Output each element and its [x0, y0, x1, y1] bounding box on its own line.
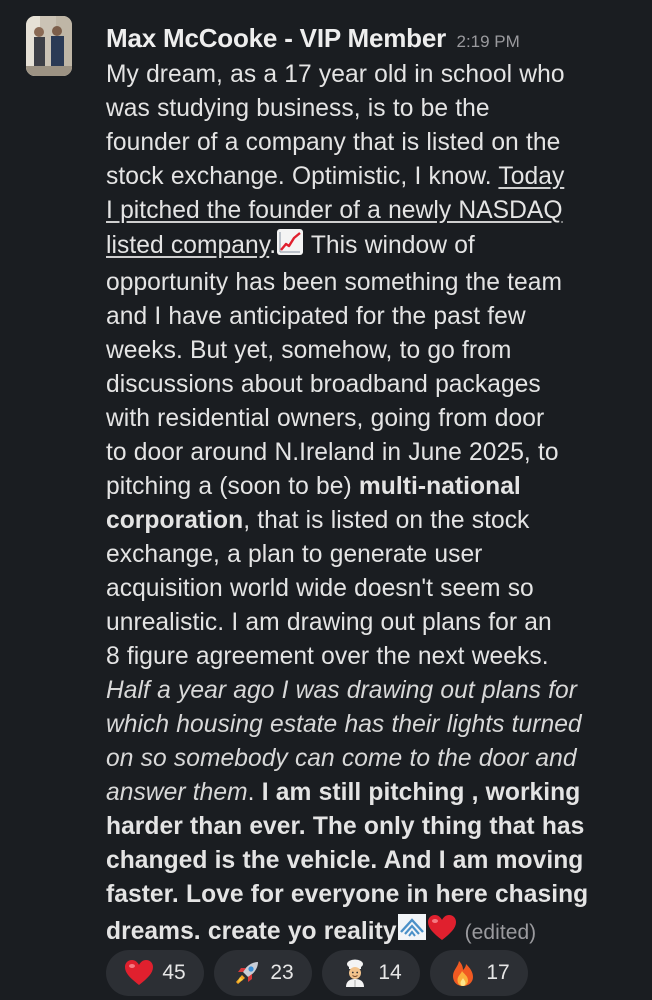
reaction-count: 45: [162, 961, 186, 984]
message-line: and I have anticipated for the past few: [106, 303, 526, 330]
chart-increasing-icon: [276, 228, 304, 266]
message-line: listed company. This window of: [106, 228, 636, 266]
message-text: .: [269, 232, 277, 259]
message-line: My dream, as a 17 year old in school who: [106, 61, 565, 88]
avatar-photo: [26, 16, 72, 76]
message-timestamp[interactable]: 2:19 PM: [457, 32, 520, 51]
bold-text: corporation: [106, 507, 244, 534]
message-text: , that is listed on the stock: [243, 507, 530, 534]
message-line: I pitched the founder of a newly NASDAQ: [106, 194, 636, 228]
author-name[interactable]: Max McCooke - VIP Member: [106, 23, 446, 53]
italic-line: Half a year ago I was drawing out plans …: [106, 677, 578, 704]
reaction-fire[interactable]: 17: [430, 950, 528, 996]
fire-icon: [448, 958, 478, 988]
italic-line: on so somebody can come to the door and: [106, 745, 577, 772]
bold-line: faster. Love for everyone in here chasin…: [106, 881, 589, 908]
bold-text: multi-national: [358, 473, 521, 500]
message-content: Max McCooke - VIP Member 2:19 PM My drea…: [106, 18, 636, 952]
message-line: unrealistic. I am drawing out plans for …: [106, 609, 552, 636]
message-line: opportunity has been something the team: [106, 269, 562, 296]
message-line: dreams. create yo reality (edited): [106, 912, 636, 952]
bold-line: harder than ever. The only thing that ha…: [106, 813, 585, 840]
message-line: with residential owners, going from door: [106, 405, 545, 432]
italic-text: answer them: [106, 779, 248, 806]
rocket-icon: [232, 958, 262, 988]
message-text: pitching a (soon to be): [106, 473, 359, 500]
message-line: 8 figure agreement over the next weeks.: [106, 643, 549, 670]
reaction-red-heart[interactable]: 45: [106, 950, 204, 996]
message-line: acquisition world wide doesn't seem so: [106, 575, 534, 602]
message-line: stock exchange. Optimistic, I know. Toda…: [106, 160, 636, 194]
message-line: was studying business, is to be the: [106, 95, 490, 122]
message-link[interactable]: I pitched the founder of a newly NASDAQ: [106, 197, 563, 224]
message-text: stock exchange. Optimistic, I know.: [106, 163, 499, 190]
message-line: weeks. But yet, somehow, to go from: [106, 337, 512, 364]
message-link[interactable]: listed company: [106, 232, 269, 259]
message-text: This window of: [304, 232, 475, 259]
author-avatar[interactable]: [26, 16, 72, 76]
message-line: corporation, that is listed on the stock: [106, 504, 636, 538]
reaction-count: 23: [270, 961, 294, 984]
message-header: Max McCooke - VIP Member 2:19 PM: [106, 18, 636, 58]
reaction-count: 14: [378, 961, 402, 984]
italic-line: which housing estate has their lights tu…: [106, 711, 582, 738]
message-link[interactable]: Today: [498, 163, 564, 190]
red-heart-icon: [124, 958, 154, 988]
message-text: .: [247, 779, 262, 806]
message-line: answer them. I am still pitching , worki…: [106, 776, 636, 810]
reaction-count: 17: [486, 961, 510, 984]
reaction-rocket[interactable]: 23: [214, 950, 312, 996]
cook-icon: [340, 958, 370, 988]
bold-line: changed is the vehicle. And I am moving: [106, 847, 584, 874]
message-line: exchange, a plan to generate user: [106, 541, 483, 568]
edited-label: (edited): [464, 921, 537, 944]
custom-logo-icon: [397, 912, 427, 952]
bold-text: I am still pitching , working: [261, 779, 581, 806]
message-body: My dream, as a 17 year old in school who…: [106, 58, 636, 952]
message-line: founder of a company that is listed on t…: [106, 129, 561, 156]
message-line: pitching a (soon to be) multi-national: [106, 470, 636, 504]
message-line: discussions about broadband packages: [106, 371, 541, 398]
chat-message: Max McCooke - VIP Member 2:19 PM My drea…: [0, 0, 652, 1000]
bold-text: dreams. create yo reality: [106, 918, 397, 945]
reactions-bar: 45 23 14 17: [106, 950, 528, 996]
red-heart-icon: [427, 914, 457, 952]
reaction-cook[interactable]: 14: [322, 950, 420, 996]
message-line: to door around N.Ireland in June 2025, t…: [106, 439, 559, 466]
